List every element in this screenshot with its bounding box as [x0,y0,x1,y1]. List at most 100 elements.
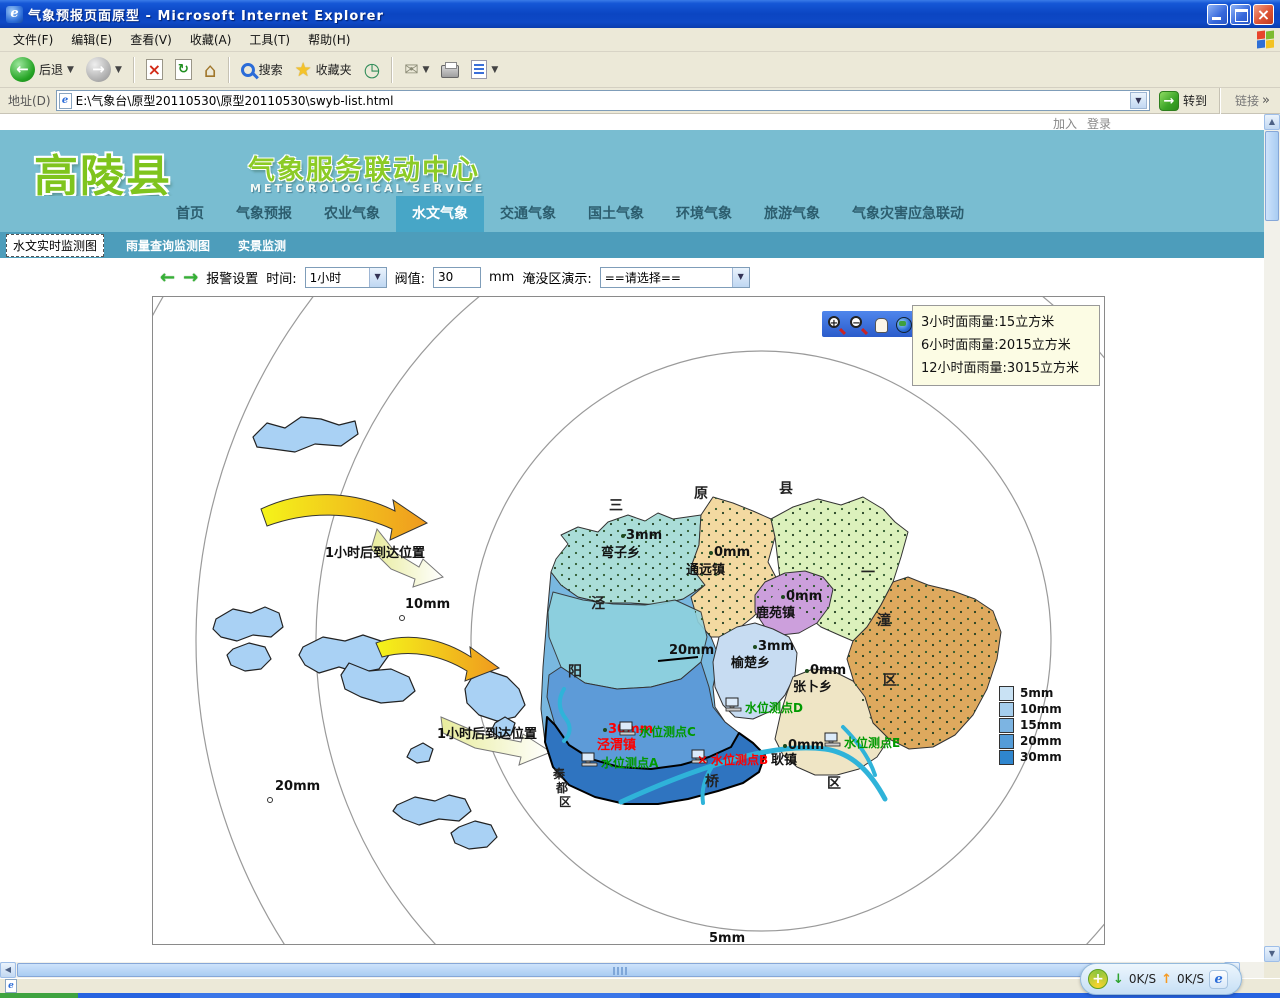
neighbor-label: 潼 [877,610,891,630]
browser-toolbar: ← 后退 ▼ → ▼ ⌂ 搜索 ★ 收藏夹 ◷ ✉ ▼ ▼ [0,52,1280,88]
status-page-icon: e [5,979,17,993]
tab-environment[interactable]: 环境气象 [660,196,748,232]
threshold-label: 阀值: [395,268,425,287]
subtab-realtime-map[interactable]: 水文实时监测图 [6,234,104,257]
mail-button[interactable]: ✉ ▼ [400,58,433,82]
refresh-button[interactable] [171,57,196,82]
flood-select-value: ==请选择== [601,269,732,286]
tab-tourism[interactable]: 旅游气象 [748,196,836,232]
neighbor-label: 区 [827,773,841,793]
title-bar: e 气象预报页面原型 - Microsoft Internet Explorer [0,0,1280,28]
station-icon-b[interactable]: × [691,749,709,764]
stop-icon [146,59,163,80]
maximize-button[interactable] [1230,4,1251,25]
station-icon-a[interactable] [581,752,599,767]
station-label-d[interactable]: 水位测点D [745,699,803,716]
edit-dropdown-icon[interactable]: ▼ [491,65,498,75]
next-arrow-icon[interactable]: → [183,267,198,288]
taskbar-button[interactable] [180,993,400,998]
legend-swatch [999,686,1014,701]
links-label: 链接 [1235,92,1259,109]
go-button[interactable]: → 转到 [1155,91,1211,111]
time-select[interactable]: 1小时 ▼ [305,267,387,288]
menu-help[interactable]: 帮助(H) [299,28,359,51]
neighbor-label: 区 [883,670,897,690]
horizontal-scrollbar[interactable]: ◀ ▶ [0,962,1264,978]
district-label-yuchu: 榆楚乡 [731,652,770,671]
flood-select[interactable]: ==请选择== ▼ [600,267,750,288]
tab-emergency[interactable]: 气象灾害应急联动 [836,196,980,232]
menu-tools[interactable]: 工具(T) [240,28,299,51]
station-icon-c[interactable] [619,721,637,736]
full-extent-globe-icon[interactable] [895,316,912,333]
tab-hydrology[interactable]: 水文气象 [396,196,484,232]
station-icon-e[interactable] [824,732,842,747]
vertical-scroll-thumb[interactable] [1265,131,1279,221]
address-label: 地址(D) [4,92,51,109]
favorites-button[interactable]: ★ 收藏夹 [291,57,356,83]
taskbar-button[interactable] [420,993,640,998]
address-input[interactable]: e E:\气象台\原型20110530\原型20110530\swyb-list… [56,90,1150,111]
home-button[interactable]: ⌂ [200,57,221,83]
station-label-b[interactable]: 水位测点B [711,751,768,768]
zoom-in-icon[interactable]: + [828,316,845,333]
minimize-button[interactable] [1207,4,1228,25]
horizontal-scroll-thumb[interactable] [17,963,1222,977]
go-arrow-icon: → [1159,91,1179,111]
home-icon: ⌂ [204,59,217,81]
forward-button[interactable]: → ▼ [82,55,126,84]
edit-button[interactable]: ▼ [467,58,502,81]
back-button[interactable]: ← 后退 ▼ [6,55,78,84]
scroll-left-icon[interactable]: ◀ [0,962,16,978]
speed-monitor-widget[interactable]: ↓ 0K/S ↑ 0K/S e [1080,963,1242,995]
tab-land[interactable]: 国土气象 [572,196,660,232]
print-button[interactable] [437,59,463,80]
ie-widget-icon[interactable]: e [1209,970,1228,989]
window-title: 气象预报页面原型 - Microsoft Internet Explorer [28,5,1207,24]
neighbor-label: 一 [861,562,875,582]
history-button[interactable]: ◷ [360,57,385,83]
tab-home[interactable]: 首页 [160,196,220,232]
station-label-e[interactable]: 水位测点E [844,734,900,751]
station-icon-d[interactable] [725,697,743,712]
user-strip: 加入 登录 [0,114,1264,130]
close-button[interactable] [1253,4,1274,25]
prev-arrow-icon[interactable]: ← [160,267,175,288]
subtab-live-view[interactable]: 实景监测 [232,235,292,256]
tab-weather-forecast[interactable]: 气象预报 [220,196,308,232]
favorites-label: 收藏夹 [316,61,352,78]
scroll-up-icon[interactable]: ▲ [1264,114,1280,130]
vertical-scrollbar[interactable]: ▲ ▼ [1264,114,1280,962]
threshold-input[interactable] [433,267,481,288]
stop-button[interactable] [142,57,167,82]
mail-dropdown-icon[interactable]: ▼ [422,65,429,75]
pan-hand-icon[interactable] [873,316,890,333]
tab-agriculture[interactable]: 农业气象 [308,196,396,232]
taskbar-button[interactable] [760,993,960,998]
chevron-down-icon: ▼ [369,268,386,287]
tab-traffic[interactable]: 交通气象 [484,196,572,232]
alert-x-icon: × [697,753,708,768]
security-360-icon[interactable] [1088,969,1108,989]
rain-value: 0mm [709,545,750,560]
main-nav: 首页 气象预报 农业气象 水文气象 交通气象 国土气象 环境气象 旅游气象 气象… [0,196,1264,232]
back-dropdown-icon[interactable]: ▼ [67,65,74,75]
forward-dropdown-icon[interactable]: ▼ [115,65,122,75]
menu-file[interactable]: 文件(F) [4,28,62,51]
station-label-a[interactable]: 水位测点A [601,754,658,771]
page-icon: e [59,93,72,109]
hydrology-map[interactable]: + − 3小时面雨量:15立方米 6小时面雨量:2015立方米 12小时面雨量:… [152,296,1105,945]
zoom-out-icon[interactable]: − [850,316,867,333]
menu-edit[interactable]: 编辑(E) [62,28,121,51]
menu-favorites[interactable]: 收藏(A) [181,28,241,51]
links-button[interactable]: 链接 [1229,92,1276,109]
address-dropdown-icon[interactable]: ▼ [1130,92,1147,109]
scroll-down-icon[interactable]: ▼ [1264,946,1280,962]
back-icon: ← [10,57,35,82]
subtab-rainfall-query[interactable]: 雨量查询监测图 [120,235,216,256]
search-button[interactable]: 搜索 [237,59,287,80]
menu-view[interactable]: 查看(V) [121,28,181,51]
station-label-c[interactable]: 水位测点C [639,723,696,740]
legend-label: 10mm [1020,702,1062,716]
taskbar[interactable] [0,993,1280,998]
